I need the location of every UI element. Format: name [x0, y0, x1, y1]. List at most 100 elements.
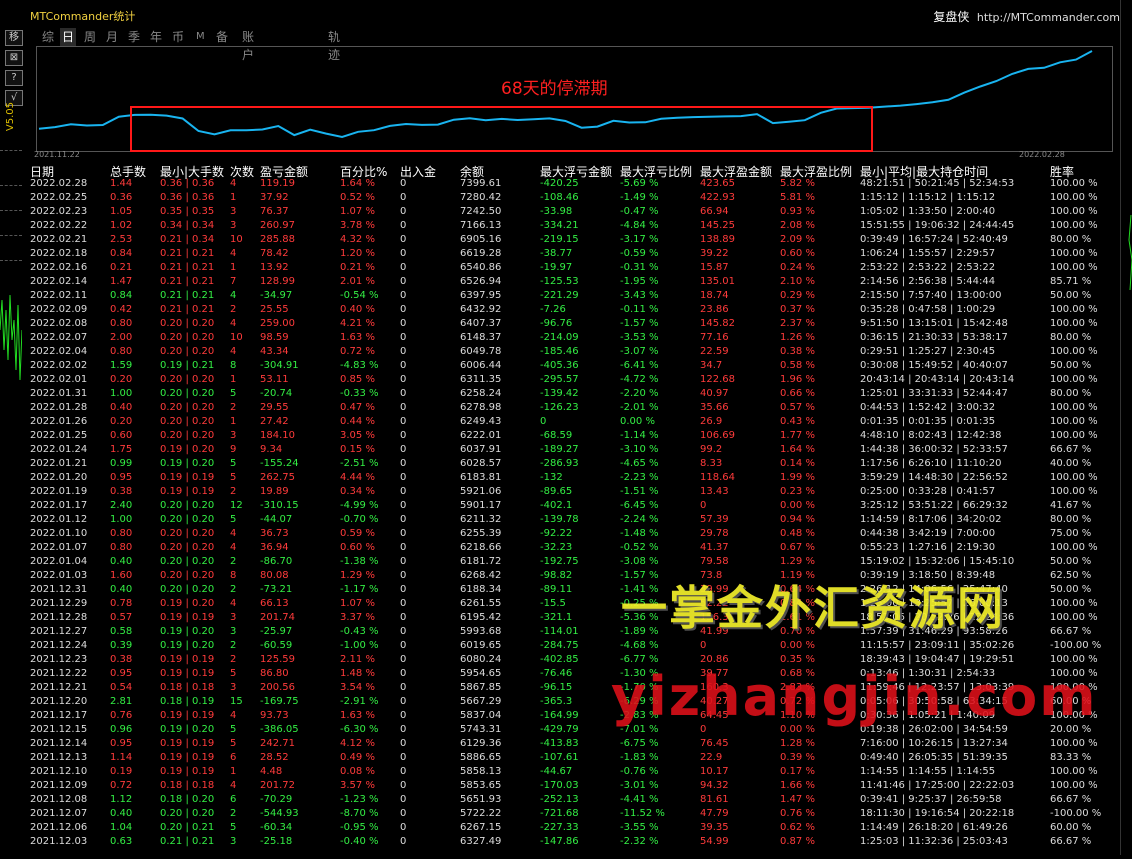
cell-deposit: 0 — [400, 570, 407, 581]
table-row[interactable]: 2021.12.03 0.63 0.21 | 0.21 3 -25.18 -0.40 % 0… — [26, 835, 1120, 849]
tab-summary[interactable]: 综 — [42, 28, 54, 46]
cell-hold-time: 1:44:38 | 36:00:32 | 52:33:57 — [860, 444, 1008, 455]
table-row[interactable]: 2022.02.23 1.05 0.35 | 0.35 3 76.37 1.07 % 0 72… — [26, 205, 1120, 219]
table-row[interactable]: 2022.02.25 0.36 0.36 | 0.36 1 37.92 0.52 % 0 72… — [26, 191, 1120, 205]
cell-max-float-profit-pct: 1.64 % — [780, 444, 815, 455]
close-button[interactable]: ⊠ — [5, 50, 23, 66]
table-row[interactable]: 2022.02.11 0.84 0.21 | 0.21 4 -34.97 -0.54 % 0… — [26, 289, 1120, 303]
table-row[interactable]: 2022.01.07 0.80 0.20 | 0.20 4 36.94 0.60 % 0 62… — [26, 541, 1120, 555]
cell-max-float-loss-pct: -3.07 % — [620, 346, 659, 357]
table-row[interactable]: 2022.01.28 0.40 0.20 | 0.20 2 29.55 0.47 % 0 62… — [26, 401, 1120, 415]
cell-max-float-profit: 99.2 — [700, 444, 723, 455]
cell-min-max-lots: 0.20 | 0.20 — [160, 500, 215, 511]
table-row[interactable]: 2022.01.12 1.00 0.20 | 0.20 5 -44.07 -0.70 % 0… — [26, 513, 1120, 527]
cell-count: 4 — [230, 178, 237, 189]
table-row[interactable]: 2022.01.20 0.95 0.19 | 0.19 5 262.75 4.44 % 0 6… — [26, 471, 1120, 485]
cell-max-float-loss: -405.36 — [540, 360, 579, 371]
cell-date: 2021.12.17 — [30, 710, 88, 721]
cell-max-float-loss-pct: -5.69 % — [620, 178, 659, 189]
cell-date: 2022.02.07 — [30, 332, 88, 343]
divider — [0, 260, 22, 261]
tab-month[interactable]: 月 — [106, 28, 118, 46]
cell-hold-time: 1:15:12 | 1:15:12 | 1:15:12 — [860, 192, 996, 203]
cell-max-float-loss-pct: -0.76 % — [620, 766, 659, 777]
cell-count: 2 — [230, 640, 237, 651]
cell-percent: 0.34 % — [340, 486, 375, 497]
cell-date: 2022.01.17 — [30, 500, 88, 511]
tab-trajectory[interactable]: 轨迹 — [328, 28, 340, 62]
cell-max-float-loss-pct: -1.83 % — [620, 752, 659, 763]
table-row[interactable]: 2022.02.14 1.47 0.21 | 0.21 7 128.99 2.01 % 0 6… — [26, 275, 1120, 289]
tab-day[interactable]: 日 — [60, 28, 77, 46]
cell-percent: 4.44 % — [340, 472, 375, 483]
table-row[interactable]: 2021.12.07 0.40 0.20 | 0.20 2 -544.93 -8.70 %… — [26, 807, 1120, 821]
cell-pnl: 285.88 — [260, 234, 295, 245]
tab-week[interactable]: 周 — [84, 28, 96, 46]
table-row[interactable]: 2022.02.01 0.20 0.20 | 0.20 1 53.11 0.85 % 0 63… — [26, 373, 1120, 387]
cell-pnl: 93.73 — [260, 710, 289, 721]
cell-max-float-loss: -295.57 — [540, 374, 579, 385]
cell-date: 2022.02.14 — [30, 276, 88, 287]
table-row[interactable]: 2022.02.04 0.80 0.20 | 0.20 4 43.34 0.72 % 0 60… — [26, 345, 1120, 359]
cell-balance: 6432.92 — [460, 304, 502, 315]
cell-max-float-profit: 40.97 — [700, 388, 729, 399]
table-row[interactable]: 2022.02.18 0.84 0.21 | 0.21 4 78.42 1.20 % 0 66… — [26, 247, 1120, 261]
table-row[interactable]: 2022.01.10 0.80 0.20 | 0.20 4 36.73 0.59 % 0 62… — [26, 527, 1120, 541]
table-row[interactable]: 2022.02.28 1.44 0.36 | 0.36 4 119.19 1.64 % 0 7… — [26, 177, 1120, 191]
cell-hold-time: 0:36:15 | 21:30:33 | 53:38:17 — [860, 332, 1008, 343]
table-row[interactable]: 2022.01.31 1.00 0.20 | 0.20 5 -20.74 -0.33 % 0… — [26, 387, 1120, 401]
cell-hold-time: 15:51:55 | 19:06:32 | 24:44:45 — [860, 220, 1015, 231]
table-row[interactable]: 2022.02.02 1.59 0.19 | 0.21 8 -304.91 -4.83 %… — [26, 359, 1120, 373]
cell-win-rate: 80.00 % — [1050, 514, 1092, 525]
table-row[interactable]: 2022.01.04 0.40 0.20 | 0.20 2 -86.70 -1.38 % 0… — [26, 555, 1120, 569]
cell-total-lots: 0.21 — [110, 262, 133, 273]
table-row[interactable]: 2022.01.21 0.99 0.19 | 0.20 5 -155.24 -2.51 %… — [26, 457, 1120, 471]
table-row[interactable]: 2021.12.24 0.39 0.19 | 0.20 2 -60.59 -1.00 % 0… — [26, 639, 1120, 653]
table-row[interactable]: 2022.01.25 0.60 0.20 | 0.20 3 184.10 3.05 % 0 6… — [26, 429, 1120, 443]
table-row[interactable]: 2022.02.22 1.02 0.34 | 0.34 3 260.97 3.78 % 0 7… — [26, 219, 1120, 233]
cell-hold-time: 0:39:41 | 9:25:37 | 26:59:58 — [860, 794, 1002, 805]
table-row[interactable]: 2022.02.08 0.80 0.20 | 0.20 4 259.00 4.21 % 0 6… — [26, 317, 1120, 331]
cell-pnl: -60.59 — [260, 640, 293, 651]
cell-max-float-loss-pct: -4.68 % — [620, 640, 659, 651]
table-row[interactable]: 2022.01.17 2.40 0.20 | 0.20 12 -310.15 -4.99 … — [26, 499, 1120, 513]
cell-max-float-loss-pct: -4.65 % — [620, 458, 659, 469]
cell-max-float-loss-pct: -0.47 % — [620, 206, 659, 217]
cell-max-float-profit-pct: 0.62 % — [780, 822, 815, 833]
cell-max-float-profit-pct: 2.08 % — [780, 220, 815, 231]
cell-deposit: 0 — [400, 822, 407, 833]
tab-currency[interactable]: 币 — [172, 28, 184, 46]
table-row[interactable]: 2022.02.21 2.53 0.21 | 0.34 10 285.88 4.32 % 0… — [26, 233, 1120, 247]
tab-account[interactable]: 账户 — [242, 28, 254, 62]
cell-win-rate: 100.00 % — [1050, 542, 1098, 553]
tab-quarter[interactable]: 季 — [128, 28, 140, 46]
cell-deposit: 0 — [400, 416, 407, 427]
table-row[interactable]: 2022.01.24 1.75 0.19 | 0.20 9 9.34 0.15 % 0 603… — [26, 443, 1120, 457]
brand-url[interactable]: http://MTCommander.com — [977, 11, 1120, 24]
table-row[interactable]: 2022.02.09 0.42 0.21 | 0.21 2 25.55 0.40 % 0 64… — [26, 303, 1120, 317]
cell-min-max-lots: 0.19 | 0.19 — [160, 668, 215, 679]
table-row[interactable]: 2022.02.07 2.00 0.20 | 0.20 10 98.59 1.63 % 0 6… — [26, 331, 1120, 345]
table-row[interactable]: 2021.12.08 1.12 0.18 | 0.20 6 -70.29 -1.23 % 0… — [26, 793, 1120, 807]
cell-max-float-profit: 145.82 — [700, 318, 735, 329]
table-row[interactable]: 2022.01.26 0.20 0.20 | 0.20 1 27.42 0.44 % 0 62… — [26, 415, 1120, 429]
tab-note[interactable]: 备 — [216, 28, 228, 46]
tab-year[interactable]: 年 — [150, 28, 162, 46]
table-row[interactable]: 2021.12.14 0.95 0.19 | 0.19 5 242.71 4.12 % 0 6… — [26, 737, 1120, 751]
help-button[interactable]: ? — [5, 70, 23, 86]
table-row[interactable]: 2021.12.06 1.04 0.20 | 0.21 5 -60.34 -0.95 % 0… — [26, 821, 1120, 835]
cell-max-float-loss: -365.3 — [540, 696, 573, 707]
table-row[interactable]: 2021.12.13 1.14 0.19 | 0.19 6 28.52 0.49 % 0 58… — [26, 751, 1120, 765]
table-row[interactable]: 2021.12.10 0.19 0.19 | 0.19 1 4.48 0.08 % 0 585… — [26, 765, 1120, 779]
move-button[interactable]: 移 — [5, 30, 23, 46]
cell-deposit: 0 — [400, 794, 407, 805]
tab-magic[interactable]: M — [196, 28, 205, 46]
table-row[interactable]: 2022.02.16 0.21 0.21 | 0.21 1 13.92 0.21 % 0 65… — [26, 261, 1120, 275]
table-row[interactable]: 2022.01.19 0.38 0.19 | 0.19 2 19.89 0.34 % 0 59… — [26, 485, 1120, 499]
cell-date: 2022.01.31 — [30, 388, 88, 399]
cell-percent: 1.48 % — [340, 668, 375, 679]
cell-min-max-lots: 0.21 | 0.34 — [160, 234, 215, 245]
cell-percent: 0.44 % — [340, 416, 375, 427]
table-row[interactable]: 2021.12.09 0.72 0.18 | 0.18 4 201.72 3.57 % 0 5… — [26, 779, 1120, 793]
cell-max-float-loss: -44.67 — [540, 766, 573, 777]
